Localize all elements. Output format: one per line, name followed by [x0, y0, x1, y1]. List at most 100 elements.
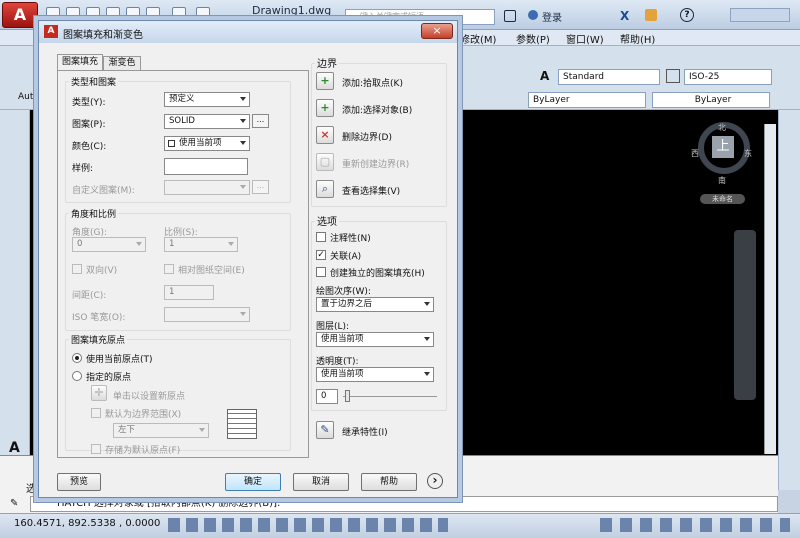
spacing-input[interactable]: 1 — [164, 285, 214, 300]
autocad-icon: A — [44, 25, 58, 38]
custom-pattern-select[interactable] — [164, 180, 250, 195]
boundary-title: 边界 — [315, 55, 339, 70]
annotative-checkbox[interactable] — [316, 232, 326, 242]
remove-boundaries-label[interactable]: 删除边界(D) — [342, 130, 392, 143]
exchange-icon[interactable]: X — [620, 9, 629, 23]
color-swatch-icon — [168, 140, 175, 147]
magnifier-icon[interactable]: ⌕ — [316, 180, 334, 198]
help-icon[interactable]: ? — [680, 8, 694, 22]
save-icon[interactable] — [86, 7, 100, 21]
save-as-icon[interactable] — [106, 7, 120, 21]
angle-scale-title: 角度和比例 — [69, 207, 119, 220]
associative-checkbox[interactable]: ✓ — [316, 250, 326, 260]
text-tool-icon[interactable]: A — [9, 440, 20, 456]
login-link[interactable]: 登录 — [542, 9, 562, 24]
navigation-bar[interactable] — [734, 230, 756, 400]
add-select-objects-icon[interactable]: + — [316, 99, 334, 117]
type-select[interactable]: 预定义 — [164, 92, 250, 107]
view-selections-label[interactable]: 查看选择集(V) — [342, 184, 400, 197]
scale-select[interactable]: 1 — [164, 237, 238, 252]
viewcube-top-face[interactable]: 上 — [712, 136, 734, 158]
recreate-boundary-icon[interactable]: ▢ — [316, 153, 334, 171]
remove-boundaries-icon[interactable]: × — [316, 126, 334, 144]
preview-button[interactable]: 预览 — [57, 473, 101, 491]
quick-access-dropdown-icon[interactable] — [196, 7, 210, 21]
inherit-properties-label[interactable]: 继承特性(I) — [342, 425, 388, 438]
viewcube-south: 南 — [718, 176, 726, 185]
default-extents-checkbox[interactable] — [91, 408, 101, 418]
transparency-label: 透明度(T): — [316, 357, 359, 367]
window-controls[interactable] — [730, 8, 790, 22]
relative-paperspace-label: 相对图纸空间(E) — [178, 266, 245, 276]
ok-button[interactable]: 确定 — [225, 473, 281, 491]
type-pattern-title: 类型和图案 — [69, 75, 119, 88]
relative-paperspace-checkbox[interactable] — [164, 264, 174, 274]
transparency-select[interactable]: 使用当前项 — [316, 367, 434, 382]
dim-style-icon — [666, 69, 680, 83]
iso-pen-width-select[interactable] — [164, 307, 250, 322]
store-icon[interactable] — [645, 9, 657, 21]
redo-icon[interactable] — [172, 7, 186, 21]
text-style-combo[interactable]: Standard — [558, 69, 660, 85]
color-combo[interactable]: ByLayer — [528, 92, 646, 108]
hatch-origin-title: 图案填充原点 — [69, 333, 128, 346]
draw-toolbar[interactable] — [0, 110, 30, 490]
binoculars-icon[interactable] — [504, 10, 516, 22]
new-file-icon[interactable] — [46, 7, 60, 21]
set-origin-icon[interactable]: ✛ — [91, 385, 107, 401]
draw-order-select[interactable]: 置于边界之后 — [316, 297, 434, 312]
dialog-close-button[interactable]: × — [421, 23, 453, 39]
extents-position-select[interactable]: 左下 — [113, 423, 209, 438]
angle-select[interactable]: 0 — [72, 237, 146, 252]
ucs-menu[interactable]: 未命名 — [700, 194, 745, 204]
double-checkbox[interactable] — [72, 264, 82, 274]
hatch-color-select[interactable]: 使用当前项 — [164, 136, 250, 151]
add-pick-points-label[interactable]: 添加:拾取点(K) — [342, 76, 403, 89]
tab-hatch[interactable]: 图案填充 — [57, 54, 103, 71]
transparency-value-input[interactable]: 0 — [316, 389, 338, 404]
pattern-sample[interactable] — [164, 158, 248, 175]
dim-style-combo[interactable]: ISO-25 — [684, 69, 772, 85]
cancel-button[interactable]: 取消 — [293, 473, 349, 491]
menu-parameters[interactable]: 参数(P) — [516, 31, 550, 46]
application-menu-button[interactable]: A — [2, 2, 38, 28]
undo-icon[interactable] — [146, 7, 160, 21]
custom-pattern-label: 自定义图案(M): — [72, 186, 135, 196]
transparency-slider-thumb[interactable] — [345, 390, 350, 402]
command-line-input[interactable]: HATCH 选择对象或 [拾取内部点(K) 删除边界(B)]: — [30, 496, 778, 512]
status-tray-icons[interactable] — [600, 518, 790, 532]
layer-select[interactable]: 使用当前项 — [316, 332, 434, 347]
specified-origin-radio[interactable] — [72, 371, 82, 381]
print-icon[interactable] — [126, 7, 140, 21]
separate-hatches-checkbox[interactable] — [316, 267, 326, 277]
add-pick-points-icon[interactable]: + — [316, 72, 334, 90]
use-current-origin-radio[interactable] — [72, 353, 82, 363]
inherit-properties-icon[interactable]: ✎ — [316, 421, 334, 439]
wrench-icon[interactable]: ✎ — [10, 498, 22, 510]
help-button[interactable]: 帮助 — [361, 473, 417, 491]
viewcube-north: 北 — [718, 123, 726, 132]
store-default-origin-checkbox[interactable] — [91, 444, 101, 454]
user-icon — [528, 10, 538, 20]
add-select-objects-label[interactable]: 添加:选择对象(B) — [342, 103, 412, 116]
vertical-scrollbar[interactable] — [764, 124, 776, 454]
recreate-boundary-label[interactable]: 重新创建边界(R) — [342, 157, 409, 170]
pattern-browse-button[interactable]: ... — [252, 114, 269, 128]
tab-gradient[interactable]: 渐变色 — [103, 56, 141, 70]
cursor-coordinates[interactable]: 160.4571, 892.5338 , 0.0000 — [14, 518, 160, 529]
menu-help[interactable]: 帮助(H) — [620, 31, 655, 46]
origin-preview-image — [227, 409, 257, 439]
dialog-title: 图案填充和渐变色 — [63, 30, 143, 41]
transparency-slider-track[interactable] — [343, 396, 437, 397]
pattern-select[interactable]: SOLID — [164, 114, 250, 129]
status-toggle-buttons[interactable] — [168, 518, 448, 532]
open-file-icon[interactable] — [66, 7, 80, 21]
more-options-button[interactable]: › — [427, 473, 443, 489]
menu-window[interactable]: 窗口(W) — [566, 31, 604, 46]
menu-modify[interactable]: 修改(M) — [460, 31, 496, 46]
custom-pattern-browse-button[interactable]: ... — [252, 180, 269, 194]
modify-toolbar[interactable] — [778, 110, 800, 490]
click-set-origin-label: 单击以设置新原点 — [113, 392, 186, 402]
linetype-combo[interactable]: ByLayer — [652, 92, 770, 108]
viewcube-west: 西 — [691, 149, 699, 158]
